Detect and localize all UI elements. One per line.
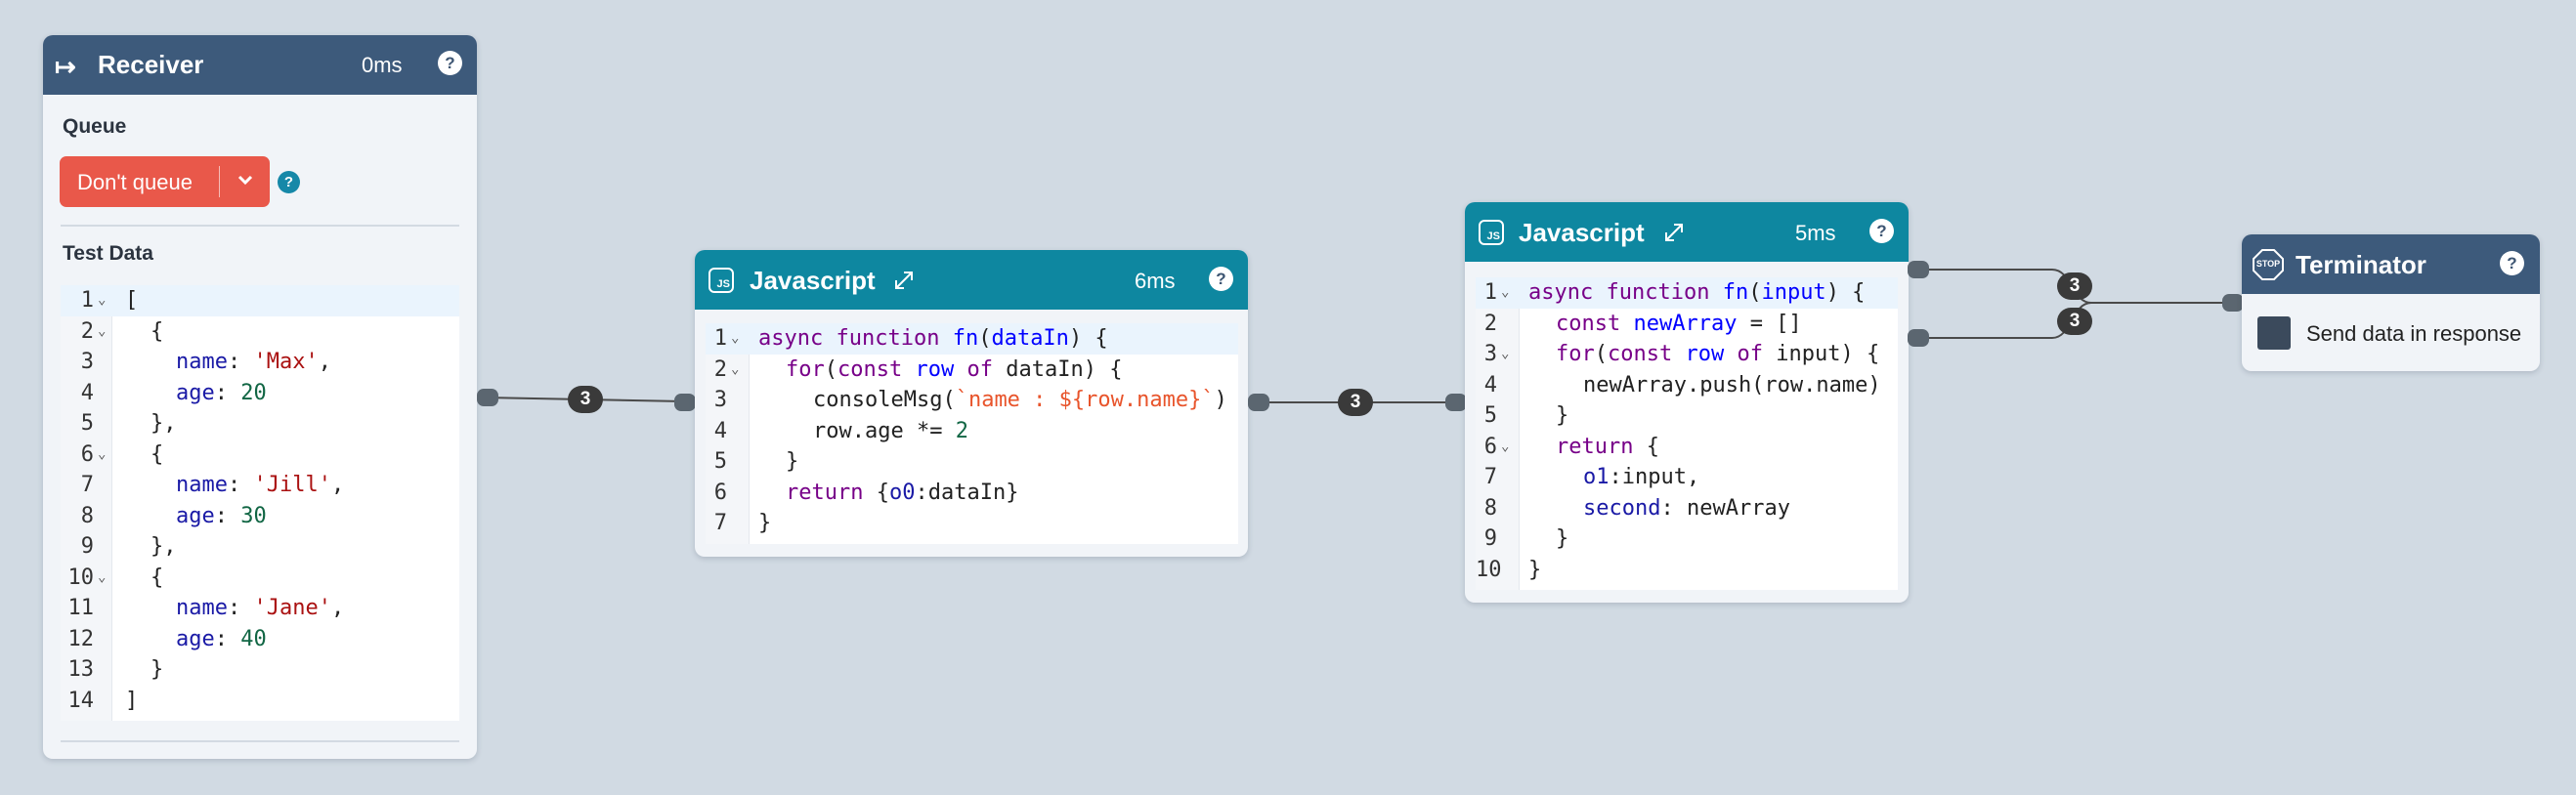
terminator-input-handle[interactable] bbox=[2222, 294, 2244, 312]
js1-help-icon[interactable]: ? bbox=[1209, 267, 1233, 291]
js2-title: Javascript bbox=[1519, 218, 1645, 247]
code-line: 7} bbox=[713, 511, 772, 535]
code-line: 8 age: 30 bbox=[80, 503, 267, 528]
js2-output-handle-2[interactable] bbox=[1908, 329, 1929, 347]
test-data-label: Test Data bbox=[63, 242, 153, 265]
code-line: 2 ⌄ for(const row of dataIn) { bbox=[713, 356, 1123, 382]
js1-time: 6ms bbox=[1135, 269, 1176, 293]
terminator-help-icon[interactable]: ? bbox=[2500, 251, 2524, 275]
expand-icon[interactable] bbox=[1660, 219, 1688, 251]
code-line: 6 ⌄{ bbox=[80, 441, 164, 467]
code-line: 5}, bbox=[80, 411, 177, 436]
code-line: 7 name: 'Jill', bbox=[80, 473, 345, 497]
js2-input-handle[interactable] bbox=[1445, 394, 1467, 411]
js2-code-editor[interactable]: 1 ⌄ async function fn(input) { 2 const newA… bbox=[1476, 277, 1898, 590]
js2-help-icon[interactable]: ? bbox=[1869, 219, 1894, 243]
code-line: 1 ⌄[ bbox=[61, 285, 459, 316]
js1-header[interactable]: JS Javascript 6ms ? bbox=[695, 250, 1248, 310]
queue-help-icon[interactable]: ? bbox=[278, 171, 300, 193]
code-line: 2 const newArray = [] bbox=[1483, 311, 1802, 336]
receiver-title: Receiver bbox=[98, 50, 204, 79]
js1-code-editor[interactable]: 1 ⌄ async function fn(dataIn) { 2 ⌄ for(cons… bbox=[706, 323, 1238, 544]
code-line: 4 newArray.push(row.name) bbox=[1483, 372, 1881, 398]
code-line: 5} bbox=[713, 449, 799, 474]
js-icon: JS bbox=[1479, 220, 1504, 245]
terminator-title: Terminator bbox=[2296, 250, 2426, 279]
js2-header[interactable]: JS Javascript 5ms ? bbox=[1465, 202, 1909, 262]
js2-time: 5ms bbox=[1795, 221, 1836, 245]
js2-output-handle-1[interactable] bbox=[1908, 261, 1929, 278]
code-line: 11 name: 'Jane', bbox=[67, 596, 345, 620]
code-line: 7 o1:input, bbox=[1483, 465, 1700, 489]
receiver-node[interactable]: ↦ Receiver 0ms ? Queue Don't queue ? Tes… bbox=[43, 35, 477, 759]
edge-count-badge: 3 bbox=[2057, 308, 2092, 335]
code-line: 10 ⌄{ bbox=[67, 565, 164, 590]
expand-icon[interactable] bbox=[890, 267, 918, 299]
receiver-time: 0ms bbox=[362, 53, 403, 77]
receiver-output-handle[interactable] bbox=[477, 389, 498, 406]
code-line: 9}, bbox=[80, 534, 177, 559]
edge-count-badge: 3 bbox=[2057, 272, 2092, 300]
code-line: 6 return {o0:dataIn} bbox=[713, 480, 1019, 505]
code-line: 2 ⌄{ bbox=[80, 318, 164, 344]
send-data-label: Send data in response bbox=[2306, 321, 2522, 346]
receiver-header[interactable]: ↦ Receiver 0ms ? bbox=[43, 35, 477, 95]
code-line: 8 second: newArray bbox=[1483, 495, 1790, 521]
code-line: 4 age: 20 bbox=[80, 380, 267, 405]
stop-icon: STOP bbox=[2252, 248, 2285, 281]
code-line: 3 name: 'Max', bbox=[80, 350, 331, 374]
chevron-down-icon bbox=[234, 168, 257, 196]
terminator-node[interactable]: STOP Terminator ? Send data in response bbox=[2242, 234, 2540, 371]
code-line: 10} bbox=[1476, 557, 1542, 582]
edge-count-badge: 3 bbox=[568, 386, 603, 413]
queue-dropdown-button[interactable]: Don't queue bbox=[60, 156, 270, 207]
test-data-editor[interactable]: 1 ⌄[ 2 ⌄{ 3 name: 'Max', 4 age: 20 5}, 6 ⌄{ 7… bbox=[61, 285, 459, 721]
divider bbox=[61, 225, 459, 227]
receiver-icon: ↦ bbox=[55, 52, 76, 81]
code-line: 12 age: 40 bbox=[67, 626, 267, 651]
javascript-node-1[interactable]: JS Javascript 6ms ? 1 ⌄ async function fn(… bbox=[695, 250, 1248, 557]
divider-bottom bbox=[61, 740, 459, 742]
send-data-checkbox[interactable] bbox=[2257, 316, 2291, 350]
code-line: 1 ⌄ async function fn(input) { bbox=[1476, 277, 1898, 309]
receiver-help-icon[interactable]: ? bbox=[438, 51, 462, 75]
js1-input-handle[interactable] bbox=[674, 394, 696, 411]
code-line: 4 row.age *= 2 bbox=[713, 418, 968, 443]
code-line: 14] bbox=[67, 688, 139, 713]
code-line: 3 consoleMsg(`name : ${row.name}`) bbox=[713, 388, 1227, 412]
terminator-header[interactable]: STOP Terminator ? bbox=[2242, 234, 2540, 294]
queue-label: Queue bbox=[63, 115, 127, 138]
code-line: 6 ⌄ return { bbox=[1483, 434, 1659, 459]
queue-divider bbox=[219, 166, 220, 197]
js-icon: JS bbox=[708, 268, 734, 293]
queue-button-label: Don't queue bbox=[77, 170, 193, 194]
stop-icon-text: STOP bbox=[2255, 259, 2281, 269]
code-line: 3 ⌄ for(const row of input) { bbox=[1483, 342, 1880, 366]
edge-count-badge: 3 bbox=[1338, 389, 1373, 416]
js1-output-handle[interactable] bbox=[1248, 394, 1269, 411]
code-line: 9} bbox=[1483, 526, 1569, 551]
code-line: 13} bbox=[67, 657, 164, 682]
js1-title: Javascript bbox=[750, 266, 876, 295]
javascript-node-2[interactable]: JS Javascript 5ms ? 1 ⌄ async function fn(… bbox=[1465, 202, 1909, 603]
code-line: 5} bbox=[1483, 403, 1569, 428]
code-line: 1 ⌄ async function fn(dataIn) { bbox=[706, 323, 1238, 355]
